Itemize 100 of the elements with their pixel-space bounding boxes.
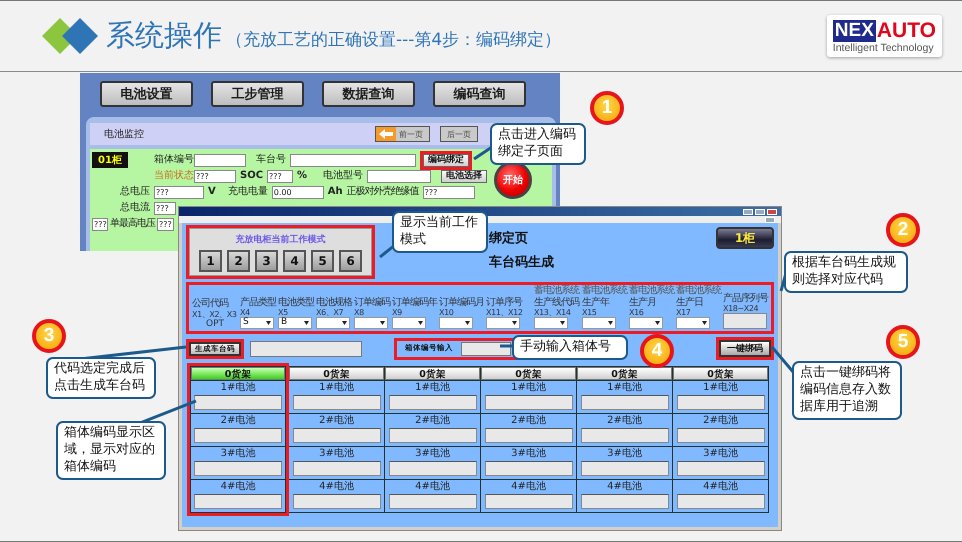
mode-button[interactable]: 3: [255, 250, 278, 272]
code-name: 产品类型: [240, 296, 276, 308]
code-name: 电池类型: [278, 296, 314, 308]
logo-mark: NEX: [832, 20, 876, 42]
battery-label: 4#电池: [511, 481, 546, 494]
field-label: 正极对外壳绝缘值: [346, 186, 419, 198]
code-dropdown[interactable]: S: [240, 317, 274, 330]
shelf-tab[interactable]: 0货架: [191, 367, 285, 380]
minimize-icon[interactable]: [743, 208, 753, 214]
code-range: X13、X14: [534, 308, 572, 318]
field-label: 车台号: [256, 154, 286, 166]
callout-text: 代码选定完成后点击生成车台码: [46, 357, 156, 399]
menu-button[interactable]: 工步管理: [211, 81, 304, 107]
text-field[interactable]: [290, 154, 416, 166]
callout-text: 显示当前工作模式: [392, 211, 488, 253]
code-dropdown[interactable]: B: [278, 317, 312, 330]
code-range: X16: [629, 308, 644, 318]
maximize-icon[interactable]: [755, 208, 765, 214]
battery-label: 2#电池: [703, 415, 738, 428]
battery-label: 2#电池: [319, 415, 354, 428]
code-name: 公司代码: [192, 298, 230, 310]
code-dropdown[interactable]: [316, 317, 350, 330]
code-dropdown[interactable]: [392, 317, 426, 330]
battery-label: 3#电池: [319, 448, 354, 460]
prev-page-button[interactable]: 前一页: [375, 126, 430, 142]
menu-button[interactable]: 编码查询: [433, 81, 526, 107]
code-name: 订单序号: [486, 296, 524, 308]
caret-icon: [655, 321, 660, 326]
caret-icon: [380, 321, 385, 326]
cabinet-label: 01柜: [92, 152, 128, 168]
serial-field[interactable]: [723, 313, 767, 330]
code-range: X1、X2、X3: [192, 310, 238, 319]
unit-label: V: [208, 186, 216, 198]
logo-wordmark: AUTO: [876, 20, 936, 42]
panel-title: 电池监控: [104, 128, 144, 141]
code-name: 生产月: [629, 296, 657, 308]
callout-text: 手动输入箱体号: [512, 335, 628, 360]
leader-line: [500, 344, 514, 348]
menu-button[interactable]: 数据查询: [322, 81, 415, 107]
index-field: ???: [92, 218, 108, 230]
code-name: 订单编码年: [392, 296, 437, 308]
group-label: 蓄电池系统: [676, 285, 721, 296]
bind-all-button[interactable]: 一键绑码: [719, 340, 771, 358]
battery-label: 2#电池: [607, 415, 642, 428]
shelf-tab[interactable]: 0货架: [385, 367, 480, 380]
battery-label: 4#电池: [415, 481, 450, 494]
max-voltage-field: ???: [157, 218, 174, 230]
page-title: 绑定页: [489, 230, 529, 247]
battery-select-button[interactable]: 电池选择: [441, 170, 488, 182]
code-dropdown[interactable]: [582, 317, 616, 330]
caret-icon: [266, 321, 271, 326]
code-name: 生产年: [582, 296, 610, 308]
text-field[interactable]: [194, 154, 246, 166]
code-dropdown[interactable]: [486, 317, 520, 330]
code-dropdown[interactable]: [354, 317, 388, 330]
code-range: X4: [240, 308, 251, 317]
unit-label: Ah: [328, 186, 343, 198]
logo-tagline: Intelligent Technology: [832, 42, 934, 54]
step-badge: 2: [886, 213, 920, 247]
slide-title: 系统操作: [106, 17, 222, 54]
caret-icon: [560, 321, 565, 326]
next-page-button[interactable]: 后一页: [440, 126, 478, 142]
bind-code-button[interactable]: 编码绑定: [422, 154, 469, 166]
code-dropdown[interactable]: [676, 317, 710, 330]
text-field[interactable]: [367, 170, 432, 182]
mode-button[interactable]: 6: [339, 250, 362, 272]
cabinet-button[interactable]: 1柜: [716, 227, 774, 249]
mode-button[interactable]: 5: [311, 250, 334, 272]
section-title: 车台码生成: [489, 254, 554, 271]
code-range: X5: [278, 308, 289, 318]
field-label: 单最高电压: [110, 218, 155, 230]
caret-icon: [608, 321, 613, 326]
shelf-tab[interactable]: 0货架: [577, 367, 672, 380]
code-range: X8: [354, 308, 365, 318]
box-number-field[interactable]: [461, 342, 511, 356]
shelf-tab[interactable]: 0货架: [289, 367, 384, 380]
mode-button[interactable]: 1: [199, 250, 222, 272]
callout-text: 箱体编码显示区域，显示对应的箱体编码: [56, 421, 166, 480]
battery-label: 1#电池: [703, 382, 738, 394]
unit-label: %: [297, 170, 308, 182]
callout-text: 根据车台码生成规则选择对应代码: [784, 251, 908, 293]
code-name: 订单编码: [354, 296, 390, 308]
code-dropdown[interactable]: [534, 317, 568, 330]
caret-icon: [418, 321, 423, 326]
battery-label: 4#电池: [220, 481, 256, 494]
battery-label: 1#电池: [220, 382, 256, 394]
shelf-tab[interactable]: 0货架: [673, 367, 768, 380]
code-range: X10: [439, 308, 454, 318]
battery-label: 1#电池: [319, 382, 354, 394]
code-dropdown[interactable]: [439, 317, 473, 330]
menu-button[interactable]: 电池设置: [100, 81, 193, 107]
code-name: 电池规格: [316, 296, 352, 308]
code-dropdown[interactable]: [629, 317, 663, 330]
code-value: OPT: [205, 318, 226, 330]
battery-label: 4#电池: [319, 481, 354, 494]
mode-button[interactable]: 2: [227, 250, 250, 272]
mode-button[interactable]: 4: [283, 250, 306, 272]
battery-label: 3#电池: [220, 448, 256, 460]
callout-text: 点击一键绑码将编码信息存入数据库用于追溯: [792, 361, 902, 420]
shelf-tab[interactable]: 0货架: [481, 367, 576, 380]
